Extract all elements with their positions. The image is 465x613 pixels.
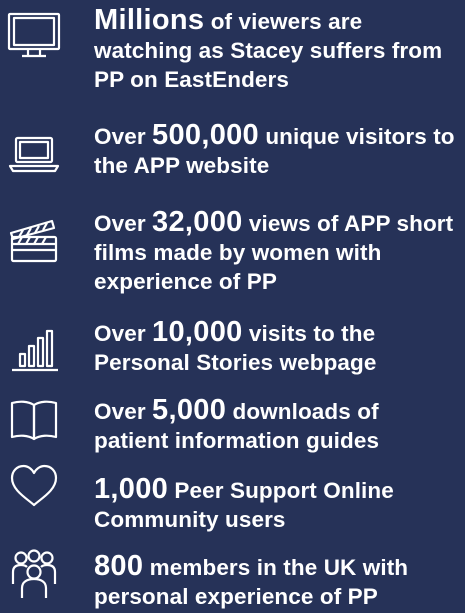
stat-text: Over 500,000 unique visitors to the APP … (94, 119, 455, 179)
people-icon (6, 548, 62, 604)
stats-list: Millions of viewers are watching as Stac… (0, 0, 465, 613)
bar-chart-icon (6, 322, 62, 378)
tv-icon (6, 8, 62, 64)
laptop-icon (6, 125, 62, 181)
stat-text: Over 32,000 views of APP short films mad… (94, 206, 454, 295)
stat-text: 1,000 Peer Support Online Community user… (94, 473, 394, 533)
clapperboard-icon (6, 211, 62, 267)
stat-number: 32,000 (152, 206, 243, 238)
stat-number: 1,000 (94, 473, 169, 505)
stat-text: Millions of viewers are watching as Stac… (94, 4, 443, 93)
stat-number: 10,000 (152, 316, 243, 348)
heart-icon (6, 458, 62, 514)
stat-number: 5,000 (152, 394, 227, 426)
stat-number: 500,000 (152, 119, 259, 151)
book-icon (6, 392, 62, 448)
stat-text: Over 10,000 visits to the Personal Stori… (94, 316, 377, 376)
stat-text: Over 5,000 downloads of patient informat… (94, 394, 380, 454)
stat-number: 800 (94, 550, 144, 582)
stat-number: Millions (94, 4, 205, 36)
stat-text: 800 members in the UK with personal expe… (94, 550, 409, 610)
